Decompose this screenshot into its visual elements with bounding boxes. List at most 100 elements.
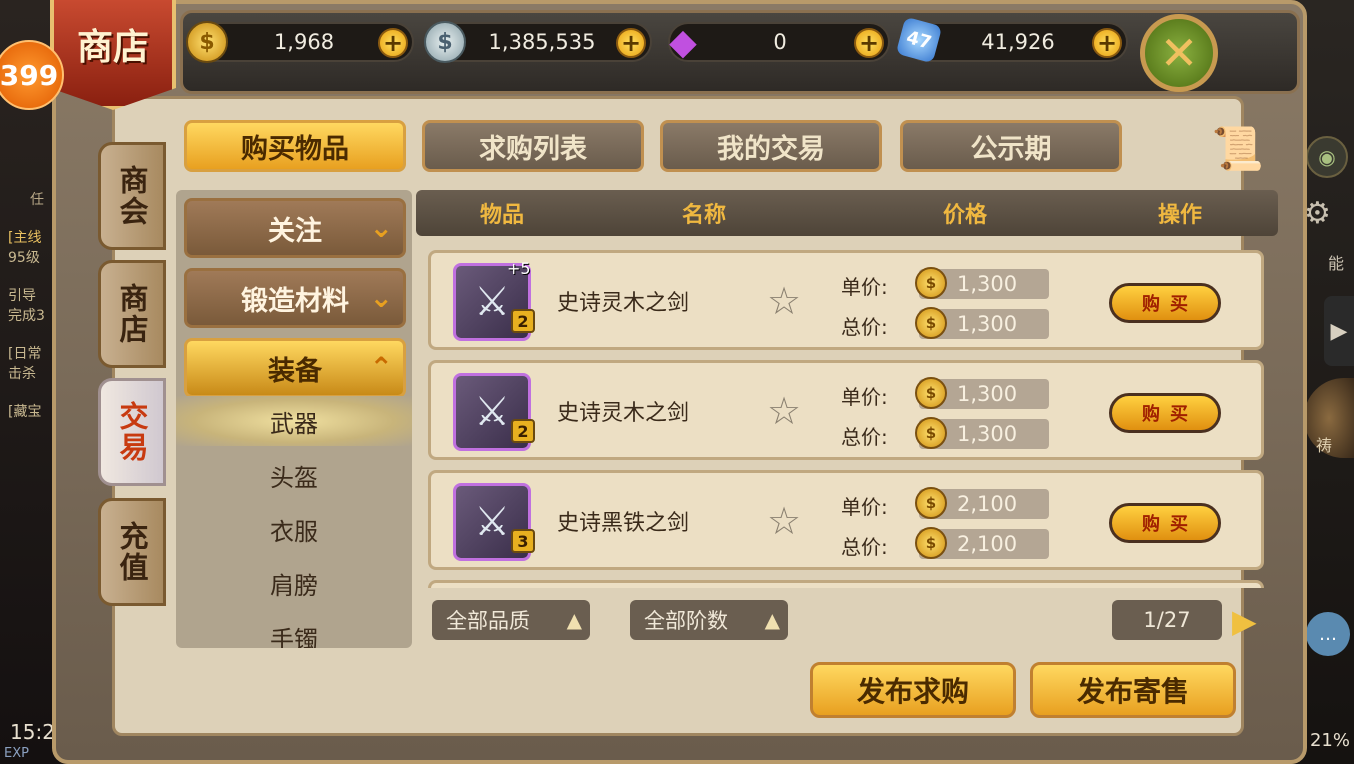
- quest-item[interactable]: [藏宝: [0, 402, 58, 422]
- quest-tracker[interactable]: 任 [主线 95级 引导 完成3 [日常 击杀 [藏宝: [0, 190, 58, 470]
- subcategory-bracelet[interactable]: 手镯: [176, 612, 412, 649]
- add-gem-button[interactable]: +: [854, 28, 884, 58]
- gold-coin-icon: $: [915, 377, 947, 409]
- add-crystal-button[interactable]: +: [1092, 28, 1122, 58]
- star-icon[interactable]: ☆: [767, 279, 801, 323]
- portrait-label: 祷: [1316, 436, 1333, 455]
- category-forge-materials[interactable]: 锻造材料 ⌄: [184, 268, 406, 328]
- gear-icon: ⚙: [1304, 196, 1331, 231]
- star-icon[interactable]: ☆: [767, 499, 801, 543]
- star-icon[interactable]: ☆: [767, 389, 801, 433]
- item-tier-badge: 2: [511, 419, 535, 443]
- quest-item: 击杀: [8, 366, 36, 382]
- crystal-icon-label: 47: [904, 26, 934, 54]
- add-silver-button[interactable]: +: [616, 28, 646, 58]
- subcategory-clothes[interactable]: 衣服: [176, 504, 412, 554]
- gold-coin-icon: $: [915, 417, 947, 449]
- unit-price: $1,300: [915, 267, 1049, 299]
- eye-icon[interactable]: ◉: [1306, 136, 1348, 178]
- category-panel: 关注 ⌄ 锻造材料 ⌄ 装备 ⌃ 武器 头盔 衣服 肩膀 手镯: [176, 190, 412, 648]
- page-indicator: 1/27: [1112, 600, 1222, 640]
- shop-banner: 商店: [50, 0, 176, 110]
- expand-arrow-icon[interactable]: ▶: [1324, 296, 1354, 366]
- currency-gold-value: 1,968: [273, 30, 335, 54]
- chevron-down-icon: ⌄: [369, 281, 393, 314]
- next-page-icon[interactable]: ▶: [1232, 602, 1257, 640]
- subcategory-shoulder[interactable]: 肩膀: [176, 558, 412, 608]
- buy-button[interactable]: 购买: [1109, 283, 1221, 323]
- post-request-button[interactable]: 发布求购: [810, 662, 1016, 718]
- table-header: 物品 名称 价格 操作: [416, 190, 1278, 236]
- item-tier-badge: 3: [511, 529, 535, 553]
- chevron-down-icon: ⌄: [369, 211, 393, 244]
- column-header-price: 价格: [942, 203, 987, 228]
- chat-bubble-icon[interactable]: …: [1306, 612, 1350, 656]
- tier-filter-label: 全部阶数: [644, 609, 728, 633]
- silver-coin-icon: $: [424, 21, 466, 63]
- exp-label: EXP: [4, 746, 29, 761]
- quest-item[interactable]: [日常: [0, 344, 58, 364]
- unit-price-value: 2,100: [957, 492, 1018, 516]
- table-row-partial[interactable]: [428, 580, 1264, 588]
- buy-button[interactable]: 购买: [1109, 503, 1221, 543]
- side-tab-shop[interactable]: 商店: [98, 260, 166, 368]
- gold-coin-icon: $: [915, 487, 947, 519]
- total-price: $1,300: [915, 307, 1049, 339]
- total-price-value: 1,300: [957, 422, 1018, 446]
- category-equipment[interactable]: 装备 ⌃: [184, 338, 406, 398]
- quest-item: 完成3: [8, 308, 45, 324]
- total-price: $2,100: [915, 527, 1049, 559]
- unit-price-label: 单价:: [841, 495, 888, 519]
- quest-tab-label: 任: [30, 192, 44, 208]
- gold-coin-icon: $: [915, 267, 947, 299]
- item-name: 史诗灵木之剑: [557, 401, 690, 426]
- tier-filter-dropdown[interactable]: 全部阶数 ▲: [630, 600, 788, 640]
- skill-button[interactable]: ⚙ 能: [1304, 196, 1350, 276]
- add-gold-button[interactable]: +: [378, 28, 408, 58]
- post-sale-button[interactable]: 发布寄售: [1030, 662, 1236, 718]
- quest-item[interactable]: [主线: [0, 228, 58, 248]
- quest-item[interactable]: 引导: [0, 286, 58, 306]
- currency-gold: $ 1,968 +: [186, 21, 414, 63]
- quality-filter-dropdown[interactable]: 全部品质 ▲: [432, 600, 590, 640]
- unit-price-value: 1,300: [957, 382, 1018, 406]
- side-tab-recharge[interactable]: 充值: [98, 498, 166, 606]
- table-row[interactable]: ⚔ 3 史诗黑铁之剑 ☆ 单价: $2,100 总价: $2,100 购买: [428, 470, 1264, 570]
- column-header-name: 名称: [681, 203, 726, 228]
- subcategory-helmet[interactable]: 头盔: [176, 450, 412, 500]
- side-tab-guild[interactable]: 商会: [98, 142, 166, 250]
- exp-percent: 21%: [1309, 730, 1350, 751]
- tab-buy-items[interactable]: 购买物品: [184, 120, 406, 172]
- table-row[interactable]: ⚔ 2 史诗灵木之剑 ☆ 单价: $1,300 总价: $1,300 购买: [428, 360, 1264, 460]
- currency-gem: ◆ 0 +: [668, 22, 890, 63]
- tab-my-trades[interactable]: 我的交易: [660, 120, 882, 172]
- item-name: 史诗灵木之剑: [557, 291, 690, 316]
- total-price-label: 总价:: [841, 535, 888, 559]
- item-tier-badge: 2: [511, 309, 535, 333]
- unit-price-label: 单价:: [841, 385, 888, 409]
- tab-request-list[interactable]: 求购列表: [422, 120, 644, 172]
- currency-gem-value: 0: [773, 30, 787, 54]
- category-follow[interactable]: 关注 ⌄: [184, 198, 406, 258]
- table-row[interactable]: ⚔ +5 2 史诗灵木之剑 ☆ 单价: $1,300 总价: $1,300 购买: [428, 250, 1264, 350]
- quality-filter-label: 全部品质: [446, 609, 530, 633]
- triangle-up-icon: ▲: [566, 608, 582, 632]
- subcategory-weapon[interactable]: 武器: [176, 396, 412, 446]
- quest-item: 95级: [8, 250, 40, 266]
- currency-crystal: 47 41,926 +: [895, 16, 1128, 64]
- tab-public-period[interactable]: 公示期: [900, 120, 1122, 172]
- close-button[interactable]: ✕: [1140, 14, 1218, 92]
- listing-list[interactable]: ⚔ +5 2 史诗灵木之剑 ☆ 单价: $1,300 总价: $1,300 购买…: [416, 240, 1278, 588]
- gold-coin-icon: $: [915, 527, 947, 559]
- currency-silver-value: 1,385,535: [488, 30, 596, 54]
- item-name: 史诗黑铁之剑: [557, 511, 690, 536]
- gold-coin-icon: $: [186, 21, 228, 63]
- category-label: 装备: [268, 355, 322, 387]
- column-header-item: 物品: [479, 203, 524, 228]
- triangle-up-icon: ▲: [764, 608, 780, 632]
- column-header-action: 操作: [1157, 203, 1202, 228]
- total-price-value: 2,100: [957, 532, 1018, 556]
- buy-button[interactable]: 购买: [1109, 393, 1221, 433]
- side-tab-trade[interactable]: 交易: [98, 378, 166, 486]
- search-scroll-icon[interactable]: 📜: [1200, 118, 1276, 180]
